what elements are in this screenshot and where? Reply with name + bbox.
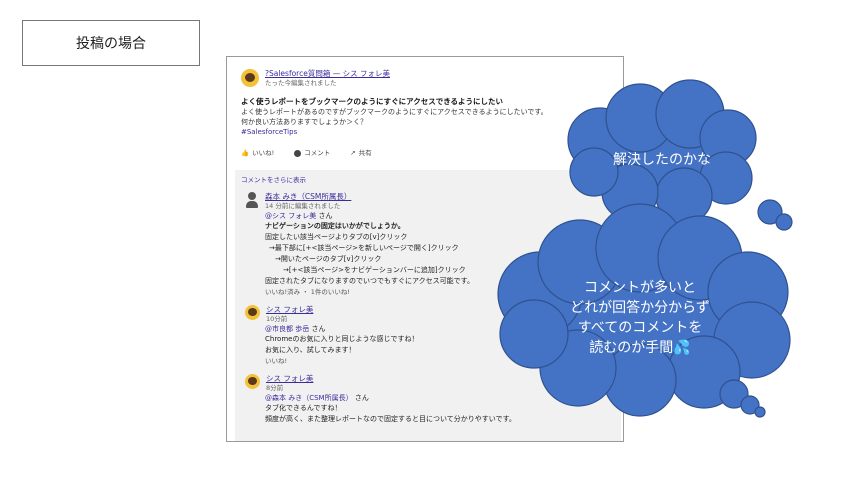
callout-overlay: 解決したのかな コメントが多いと どれが回答か分からず すべてのコメントを 読む… [497,79,793,418]
cloud-small-text: 解決したのかな [613,152,711,168]
cloud-large-text-line: すべてのコメントを [578,320,702,336]
cloud-large-text-line: コメントが多いと [584,279,696,296]
cloud-large-text-line: 読むのが手間💦 [589,338,690,356]
cloud-large-text-line: どれが回答か分からず [570,299,710,316]
